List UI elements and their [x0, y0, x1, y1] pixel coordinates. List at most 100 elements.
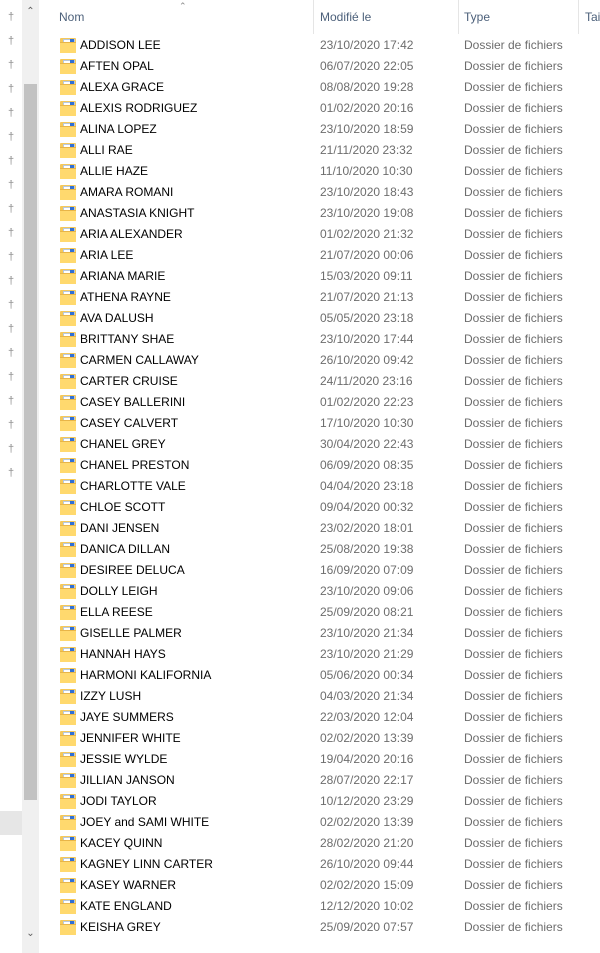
pin-icon[interactable]: †	[4, 370, 18, 384]
file-row[interactable]: CHLOE SCOTT 09/04/2020 00:32 Dossier de fi…	[40, 497, 600, 518]
file-row[interactable]: ALINA LOPEZ 23/10/2020 18:59 Dossier de fi…	[40, 119, 600, 140]
file-row[interactable]: JESSIE WYLDE 19/04/2020 20:16 Dossier de f…	[40, 749, 600, 770]
file-row[interactable]: IZZY LUSH 04/03/2020 21:34 Dossier de fich…	[40, 686, 600, 707]
file-row[interactable]: AFTEN OPAL 06/07/2020 22:05 Dossier de fic…	[40, 56, 600, 77]
file-row[interactable]: KATE ENGLAND 12/12/2020 10:02 Dossier de f…	[40, 896, 600, 917]
column-header-modified[interactable]: Modifié le	[320, 0, 371, 34]
file-name: AVA DALUSH	[80, 311, 154, 325]
file-row[interactable]: DANICA DILLAN 25/08/2020 19:38 Dossier de …	[40, 539, 600, 560]
file-type: Dossier de fichiers	[464, 731, 563, 745]
file-row[interactable]: KAGNEY LINN CARTER 26/10/2020 09:44 Dossie…	[40, 854, 600, 875]
file-name: ALEXA GRACE	[80, 80, 165, 94]
file-row[interactable]: KACEY QUINN 28/02/2020 21:20 Dossier de fi…	[40, 833, 600, 854]
file-modified-date: 21/11/2020 23:32	[320, 143, 413, 157]
pin-icon[interactable]: †	[4, 10, 18, 24]
file-name: KASEY WARNER	[80, 878, 177, 892]
pin-icon[interactable]: †	[4, 394, 18, 408]
file-row[interactable]: ANASTASIA KNIGHT 23/10/2020 19:08 Dossier …	[40, 203, 600, 224]
pin-icon[interactable]: †	[4, 130, 18, 144]
file-row[interactable]: CHANEL GREY 30/04/2020 22:43 Dossier de fi…	[40, 434, 600, 455]
file-row[interactable]: CHANEL PRESTON 06/09/2020 08:35 Dossier de…	[40, 455, 600, 476]
pin-icon[interactable]: †	[4, 34, 18, 48]
file-row[interactable]: HANNAH HAYS 23/10/2020 21:29 Dossier de fi…	[40, 644, 600, 665]
file-row[interactable]: JODI TAYLOR 10/12/2020 23:29 Dossier de fi…	[40, 791, 600, 812]
file-row[interactable]: ALEXA GRACE 08/08/2020 19:28 Dossier de fi…	[40, 77, 600, 98]
folder-icon	[60, 206, 76, 221]
folder-icon	[60, 920, 76, 935]
column-header-type[interactable]: Type	[464, 0, 490, 34]
pin-icon[interactable]: †	[4, 466, 18, 480]
pin-icon[interactable]: †	[4, 106, 18, 120]
file-row[interactable]: ARIA ALEXANDER 01/02/2020 21:32 Dossier de…	[40, 224, 600, 245]
pin-icon[interactable]: †	[4, 274, 18, 288]
pin-icon[interactable]: †	[4, 298, 18, 312]
file-row[interactable]: ATHENA RAYNE 21/07/2020 21:13 Dossier de f…	[40, 287, 600, 308]
file-type: Dossier de fichiers	[464, 227, 563, 241]
column-header: ⌃ Nom Modifié le Type Tail	[40, 0, 600, 34]
column-separator[interactable]	[578, 0, 579, 34]
file-name: ALINA LOPEZ	[80, 122, 157, 136]
file-row[interactable]: DANI JENSEN 23/02/2020 18:01 Dossier de fi…	[40, 518, 600, 539]
file-modified-date: 12/12/2020 10:02	[320, 899, 414, 913]
selected-nav-item[interactable]	[0, 811, 22, 835]
file-row[interactable]: ADDISON LEE 23/10/2020 17:42 Dossier de fi…	[40, 35, 600, 56]
file-row[interactable]: KASEY WARNER 02/02/2020 15:09 Dossier de f…	[40, 875, 600, 896]
file-row[interactable]: JILLIAN JANSON 28/07/2020 22:17 Dossier de…	[40, 770, 600, 791]
file-type: Dossier de fichiers	[464, 521, 563, 535]
file-row[interactable]: ALLIE HAZE 11/10/2020 10:30 Dossier de fic…	[40, 161, 600, 182]
folder-icon	[60, 878, 76, 893]
pin-icon[interactable]: †	[4, 154, 18, 168]
file-row[interactable]: JOEY and SAMI WHITE 02/02/2020 13:39 Dossi…	[40, 812, 600, 833]
file-row[interactable]: AVA DALUSH 05/05/2020 23:18 Dossier de fic…	[40, 308, 600, 329]
file-row[interactable]: ARIANA MARIE 15/03/2020 09:11 Dossier de f…	[40, 266, 600, 287]
file-row[interactable]: ARIA LEE 21/07/2020 00:06 Dossier de fichi…	[40, 245, 600, 266]
file-row[interactable]: AMARA ROMANI 23/10/2020 18:43 Dossier de f…	[40, 182, 600, 203]
file-list: ADDISON LEE 23/10/2020 17:42 Dossier de fi…	[40, 35, 600, 938]
pin-icon[interactable]: †	[4, 82, 18, 96]
file-row[interactable]: BRITTANY SHAE 23/10/2020 17:44 Dossier de …	[40, 329, 600, 350]
folder-icon	[60, 836, 76, 851]
chevron-up-icon[interactable]: ⌃	[22, 3, 39, 20]
file-modified-date: 23/10/2020 17:44	[320, 332, 414, 346]
file-row[interactable]: ALLI RAE 21/11/2020 23:32 Dossier de fichi…	[40, 140, 600, 161]
file-type: Dossier de fichiers	[464, 689, 563, 703]
file-row[interactable]: HARMONI KALIFORNIA 05/06/2020 00:34 Dossie…	[40, 665, 600, 686]
chevron-down-icon[interactable]: ⌄	[22, 925, 39, 942]
file-row[interactable]: KEISHA GREY 25/09/2020 07:57 Dossier de fi…	[40, 917, 600, 938]
pin-icon[interactable]: †	[4, 226, 18, 240]
pin-icon[interactable]: †	[4, 202, 18, 216]
column-separator[interactable]	[313, 0, 314, 34]
file-row[interactable]: GISELLE PALMER 23/10/2020 21:34 Dossier de…	[40, 623, 600, 644]
file-modified-date: 28/02/2020 21:20	[320, 836, 414, 850]
file-row[interactable]: JAYE SUMMERS 22/03/2020 12:04 Dossier de f…	[40, 707, 600, 728]
pin-icon[interactable]: †	[4, 178, 18, 192]
file-row[interactable]: CARTER CRUISE 24/11/2020 23:16 Dossier de …	[40, 371, 600, 392]
folder-icon	[60, 311, 76, 326]
file-row[interactable]: CARMEN CALLAWAY 26/10/2020 09:42 Dossier d…	[40, 350, 600, 371]
file-row[interactable]: DESIREE DELUCA 16/09/2020 07:09 Dossier de…	[40, 560, 600, 581]
pin-icon[interactable]: †	[4, 346, 18, 360]
pin-icon[interactable]: †	[4, 250, 18, 264]
scrollbar-thumb[interactable]	[24, 84, 37, 800]
column-separator[interactable]	[458, 0, 459, 34]
column-header-name[interactable]: Nom	[59, 0, 84, 34]
file-type: Dossier de fichiers	[464, 626, 563, 640]
file-row[interactable]: ELLA REESE 25/09/2020 08:21 Dossier de fic…	[40, 602, 600, 623]
file-row[interactable]: CASEY BALLERINI 01/02/2020 22:23 Dossier d…	[40, 392, 600, 413]
file-row[interactable]: JENNIFER WHITE 02/02/2020 13:39 Dossier de…	[40, 728, 600, 749]
pin-icon[interactable]: †	[4, 58, 18, 72]
file-row[interactable]: CASEY CALVERT 17/10/2020 10:30 Dossier de …	[40, 413, 600, 434]
file-type: Dossier de fichiers	[464, 311, 563, 325]
quick-access-pin-strip: † † † † † † † † † † † † † † † † † † † †	[0, 0, 22, 953]
folder-icon	[60, 626, 76, 641]
pin-icon[interactable]: †	[4, 418, 18, 432]
pin-icon[interactable]: †	[4, 442, 18, 456]
file-row[interactable]: ALEXIS RODRIGUEZ 01/02/2020 20:16 Dossier …	[40, 98, 600, 119]
file-type: Dossier de fichiers	[464, 122, 563, 136]
navigation-scrollbar[interactable]: ⌃ ⌄	[22, 0, 39, 953]
file-name: JESSIE WYLDE	[80, 752, 168, 766]
file-row[interactable]: DOLLY LEIGH 23/10/2020 09:06 Dossier de fi…	[40, 581, 600, 602]
file-row[interactable]: CHARLOTTE VALE 04/04/2020 23:18 Dossier de…	[40, 476, 600, 497]
pin-icon[interactable]: †	[4, 322, 18, 336]
column-header-size[interactable]: Tail	[585, 0, 600, 34]
